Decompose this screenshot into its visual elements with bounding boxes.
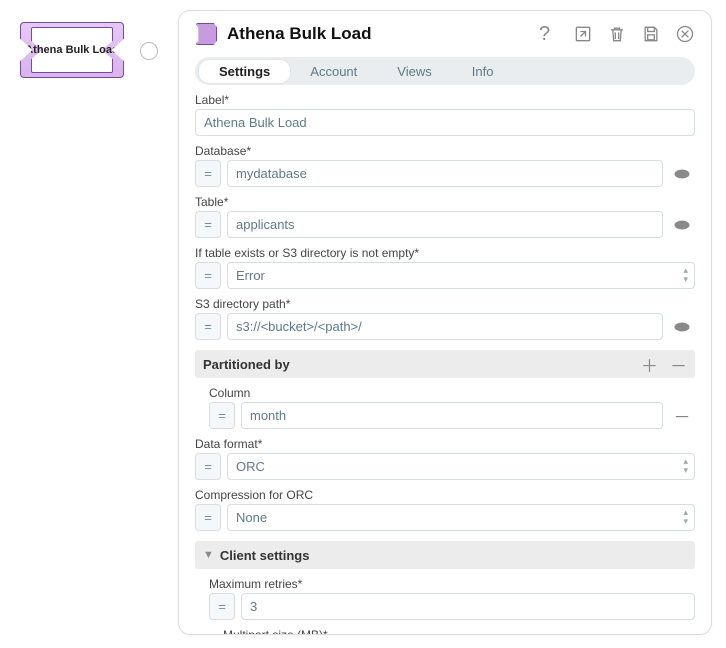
node-shape: Athena Bulk Load bbox=[20, 22, 124, 78]
s3path-suggest-icon[interactable] bbox=[669, 313, 695, 340]
ifexists-expression-button[interactable]: = bbox=[195, 262, 221, 289]
maxretries-input[interactable]: 3 bbox=[241, 593, 695, 620]
field-database: Database* = mydatabase bbox=[195, 144, 695, 187]
table-input[interactable]: applicants bbox=[227, 211, 663, 238]
field-max-retries: Maximum retries* = 3 bbox=[209, 577, 695, 620]
node-label: Athena Bulk Load bbox=[25, 44, 119, 57]
s3path-label: S3 directory path* bbox=[195, 297, 695, 311]
compression-expression-button[interactable]: = bbox=[195, 504, 221, 531]
table-label: Table* bbox=[195, 195, 695, 209]
tab-account[interactable]: Account bbox=[290, 60, 377, 83]
select-spinner-icon: ▴▾ bbox=[683, 266, 688, 284]
database-expression-button[interactable]: = bbox=[195, 160, 221, 187]
dataformat-expression-button[interactable]: = bbox=[195, 453, 221, 480]
multipart-label: Multipart size (MB)* bbox=[223, 628, 695, 635]
panel-actions: ? bbox=[539, 24, 695, 44]
tab-bar: Settings Account Views Info bbox=[195, 57, 695, 85]
partition-column-remove-button[interactable]: － bbox=[669, 402, 695, 429]
settings-form: Label* Athena Bulk Load Database* = myda… bbox=[195, 93, 695, 635]
partitioned-remove-button[interactable]: － bbox=[670, 352, 687, 377]
s3path-input[interactable]: s3://<bucket>/<path>/ bbox=[227, 313, 663, 340]
chevron-down-icon: ▼ bbox=[203, 549, 214, 561]
ifexists-label: If table exists or S3 directory is not e… bbox=[195, 246, 695, 260]
field-ifexists: If table exists or S3 directory is not e… bbox=[195, 246, 695, 289]
help-icon[interactable]: ? bbox=[539, 24, 559, 44]
section-partitioned-title: Partitioned by bbox=[203, 357, 290, 372]
partition-column-expression-button[interactable]: = bbox=[209, 402, 235, 429]
compression-select[interactable]: None▴▾ bbox=[227, 504, 695, 531]
database-label: Database* bbox=[195, 144, 695, 158]
node-output-port[interactable] bbox=[140, 42, 158, 60]
snap-type-icon bbox=[195, 23, 217, 45]
dataformat-select[interactable]: ORC▴▾ bbox=[227, 453, 695, 480]
field-s3path: S3 directory path* = s3://<bucket>/<path… bbox=[195, 297, 695, 340]
pipeline-node[interactable]: Athena Bulk Load bbox=[20, 22, 140, 78]
s3path-expression-button[interactable]: = bbox=[195, 313, 221, 340]
maxretries-expression-button[interactable]: = bbox=[209, 593, 235, 620]
section-client-title: Client settings bbox=[220, 548, 310, 563]
maxretries-label: Maximum retries* bbox=[209, 577, 695, 591]
panel-header: Athena Bulk Load ? bbox=[195, 23, 695, 45]
export-icon[interactable] bbox=[573, 24, 593, 44]
section-client-settings[interactable]: ▼ Client settings bbox=[195, 541, 695, 569]
save-icon[interactable] bbox=[641, 24, 661, 44]
compression-label: Compression for ORC bbox=[195, 488, 695, 502]
dataformat-label: Data format* bbox=[195, 437, 695, 451]
panel-title: Athena Bulk Load bbox=[227, 24, 529, 44]
field-table: Table* = applicants bbox=[195, 195, 695, 238]
database-suggest-icon[interactable] bbox=[669, 160, 695, 187]
field-label: Label* Athena Bulk Load bbox=[195, 93, 695, 136]
label-label: Label* bbox=[195, 93, 695, 107]
partitioned-add-button[interactable]: ＋ bbox=[641, 352, 658, 377]
field-dataformat: Data format* = ORC▴▾ bbox=[195, 437, 695, 480]
select-spinner-icon: ▴▾ bbox=[683, 457, 688, 475]
table-expression-button[interactable]: = bbox=[195, 211, 221, 238]
field-compression: Compression for ORC = None▴▾ bbox=[195, 488, 695, 531]
close-icon[interactable] bbox=[675, 24, 695, 44]
partition-column-input[interactable]: month bbox=[241, 402, 663, 429]
database-input[interactable]: mydatabase bbox=[227, 160, 663, 187]
table-suggest-icon[interactable] bbox=[669, 211, 695, 238]
trash-icon[interactable] bbox=[607, 24, 627, 44]
field-multipart-size: Multipart size (MB)* = 10 bbox=[223, 628, 695, 635]
tab-views[interactable]: Views bbox=[377, 60, 451, 83]
label-input[interactable]: Athena Bulk Load bbox=[195, 109, 695, 136]
section-partitioned-by: Partitioned by ＋ － bbox=[195, 350, 695, 378]
field-partition-column: Column = month － bbox=[209, 386, 695, 429]
ifexists-select[interactable]: Error▴▾ bbox=[227, 262, 695, 289]
partition-column-label: Column bbox=[209, 386, 695, 400]
select-spinner-icon: ▴▾ bbox=[683, 508, 688, 526]
tab-settings[interactable]: Settings bbox=[199, 60, 290, 83]
properties-panel: Athena Bulk Load ? Settings Account View… bbox=[178, 10, 712, 635]
tab-info[interactable]: Info bbox=[452, 60, 514, 83]
